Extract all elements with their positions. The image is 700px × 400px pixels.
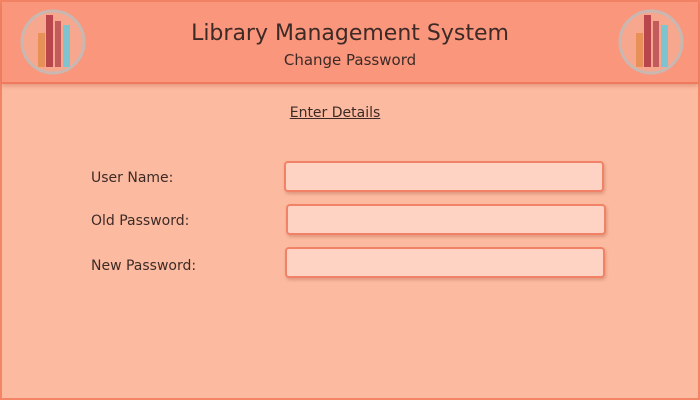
old-password-label: Old Password:	[91, 213, 190, 229]
username-input[interactable]	[284, 161, 604, 192]
app-title: Library Management System	[191, 21, 509, 46]
old-password-input[interactable]	[286, 204, 606, 235]
books-logo-icon	[618, 9, 684, 75]
header-bar: Library Management System Change Passwor…	[2, 2, 698, 84]
new-password-label: New Password:	[91, 258, 197, 274]
change-password-window: Library Management System Change Passwor…	[0, 0, 700, 400]
page-subtitle: Change Password	[283, 51, 417, 69]
section-title: Enter Details	[289, 105, 381, 121]
new-password-input[interactable]	[285, 247, 605, 278]
username-label: User Name:	[91, 170, 174, 186]
